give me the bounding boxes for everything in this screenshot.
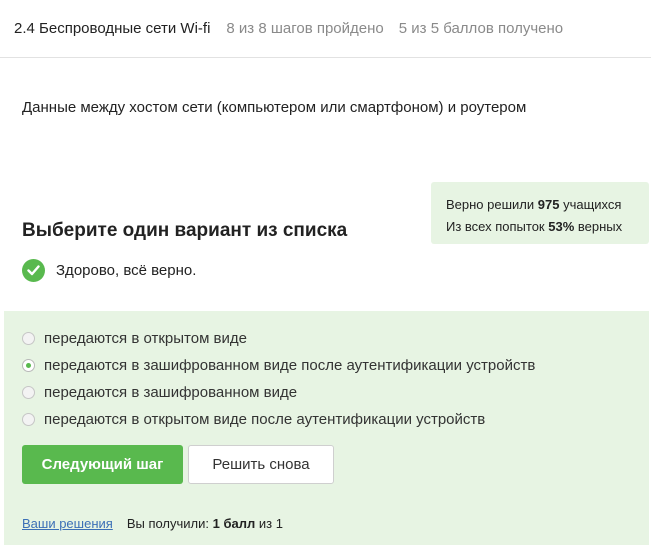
options-panel: передаются в открытом виде передаются в … (4, 311, 649, 545)
score-suffix: из 1 (255, 516, 283, 531)
points-progress: 5 из 5 баллов получено (398, 20, 564, 37)
score-text: Вы получили: 1 балл из 1 (127, 516, 283, 531)
option-item[interactable]: передаются в открытом виде (22, 330, 247, 347)
solutions-link[interactable]: Ваши решения (22, 516, 113, 531)
option-item[interactable]: передаются в открытом виде после аутенти… (22, 411, 485, 428)
stats-attempts-prefix: Из всех попыток (446, 219, 549, 234)
check-circle-icon (22, 259, 45, 282)
option-item[interactable]: передаются в зашифрованном виде (22, 384, 297, 401)
lesson-title[interactable]: 2.4 Беспроводные сети Wi-fi (14, 20, 210, 37)
lesson-header: 2.4 Беспроводные сети Wi-fi 8 из 8 шагов… (0, 0, 651, 58)
radio-button[interactable] (22, 332, 35, 345)
stats-solved-suffix: учащихся (559, 197, 622, 212)
score-value: 1 балл (212, 516, 256, 531)
stats-solved-prefix: Верно решили (446, 197, 538, 212)
stats-attempts-suffix: верных (574, 219, 623, 234)
feedback-text: Здорово, всё верно. (56, 262, 197, 279)
footer: Ваши решения Вы получили: 1 балл из 1 (22, 516, 283, 531)
radio-button-checked[interactable] (22, 359, 35, 372)
stats-percent: 53% (548, 219, 575, 234)
stats-box: Верно решили 975 учащихся Из всех попыто… (431, 182, 649, 244)
question-text: Данные между хостом сети (компьютером ил… (22, 99, 527, 116)
retry-button[interactable]: Решить снова (188, 445, 334, 484)
stats-attempts-line: Из всех попыток 53% верных (446, 216, 649, 238)
score-prefix: Вы получили: (126, 516, 213, 531)
steps-progress: 8 из 8 шагов пройдено (226, 20, 384, 37)
stats-solved-line: Верно решили 975 учащихся (446, 194, 649, 216)
prompt-heading: Выберите один вариант из списка (22, 220, 348, 241)
option-label: передаются в зашифрованном виде (44, 384, 298, 401)
radio-button[interactable] (22, 413, 35, 426)
option-label: передаются в открытом виде (44, 330, 247, 347)
next-step-button[interactable]: Следующий шаг (22, 445, 183, 484)
option-item[interactable]: передаются в зашифрованном виде после ау… (22, 357, 535, 374)
radio-button[interactable] (22, 386, 35, 399)
feedback-message: Здорово, всё верно. (22, 259, 196, 282)
option-label: передаются в открытом виде после аутенти… (44, 411, 486, 428)
stats-solved-count: 975 (537, 197, 560, 212)
option-label: передаются в зашифрованном виде после ау… (44, 357, 536, 374)
